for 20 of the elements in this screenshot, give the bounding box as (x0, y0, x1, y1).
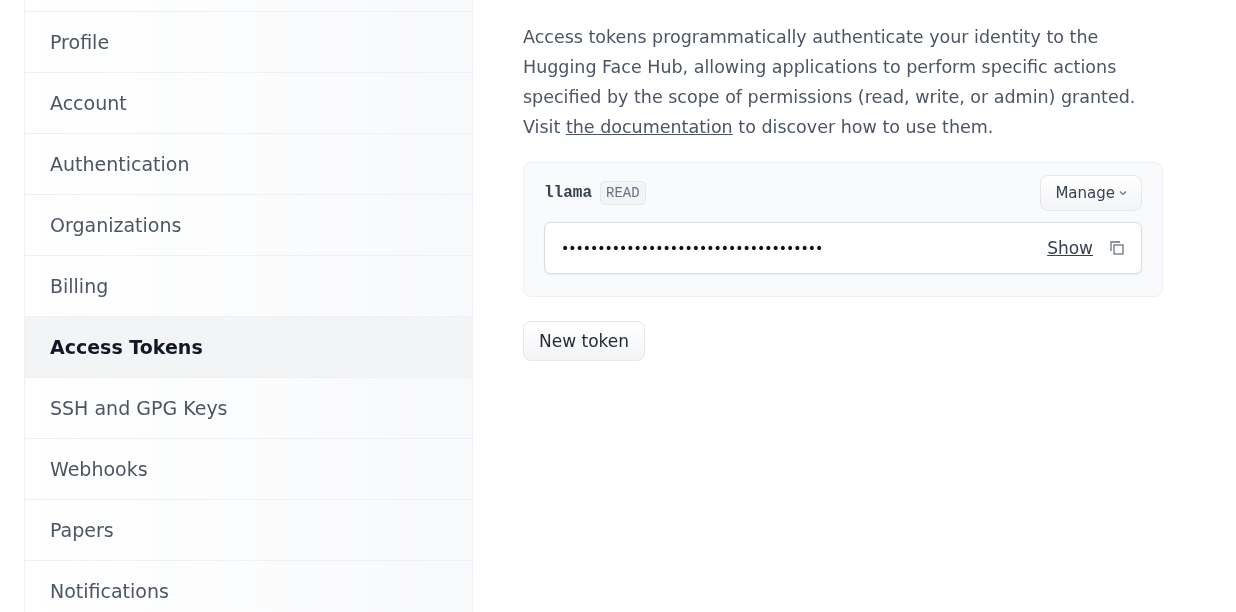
sidebar-item[interactable]: Authentication (25, 134, 472, 195)
sidebar-item[interactable]: Account (25, 73, 472, 134)
sidebar-item[interactable]: Webhooks (25, 439, 472, 500)
sidebar-item[interactable]: Notifications (25, 561, 472, 612)
sidebar-item[interactable]: Profile (25, 12, 472, 73)
chevron-down-icon (1119, 190, 1127, 196)
role-badge: READ (600, 181, 646, 205)
new-token-button[interactable]: New token (523, 321, 646, 361)
copy-icon[interactable] (1109, 240, 1125, 256)
sidebar-item[interactable]: SSH and GPG Keys (25, 378, 472, 439)
documentation-link[interactable]: the documentation (565, 117, 733, 137)
sidebar-item[interactable]: Papers (25, 500, 472, 561)
token-field[interactable]: •••••••••••••••••••••••••••••••••••• Show (544, 222, 1142, 274)
description-text: Access tokens programmatically authenticate your identity to the Hugging Face Hub, allowing applications to perform specific actions specified by the scope of permissions (read, write, or admin) granted. Visit the documentation to discover how to use them. (523, 26, 1137, 139)
sidebar-item[interactable]: Organizations (25, 195, 472, 256)
manage-button[interactable]: Manage (1040, 175, 1142, 211)
token-value: •••••••••••••••••••••••••••••••••••• (561, 240, 823, 256)
sidebar-item[interactable]: Access Tokens (25, 317, 472, 378)
show-link[interactable]: Show (1047, 238, 1093, 258)
token-name: llama (544, 184, 592, 202)
